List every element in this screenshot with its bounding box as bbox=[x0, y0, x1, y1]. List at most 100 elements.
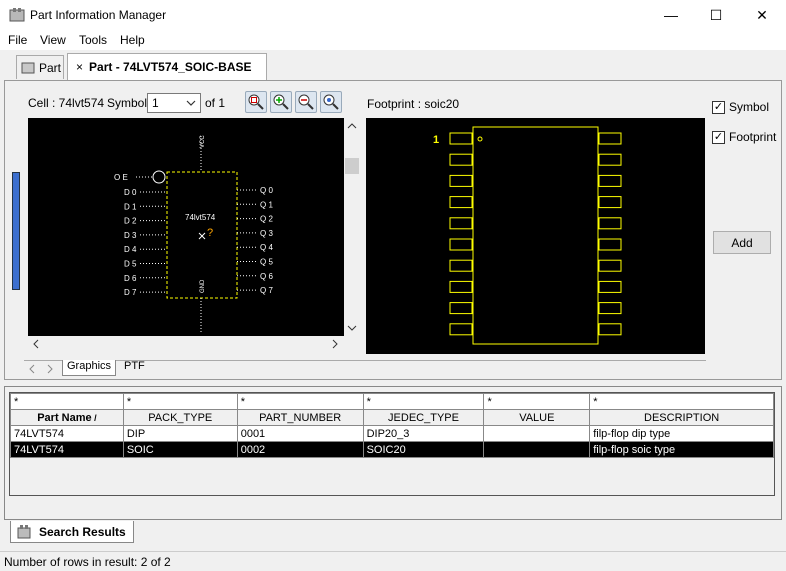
column-header[interactable]: DESCRIPTION bbox=[589, 409, 774, 426]
symbol-select[interactable]: 1 bbox=[147, 93, 201, 113]
tab-part-active[interactable]: × Part - 74LVT574_SOIC-BASE bbox=[67, 53, 267, 80]
tab-graphics[interactable]: Graphics bbox=[62, 360, 117, 376]
column-header[interactable]: Part Name / bbox=[10, 409, 124, 426]
cell-label: Cell : 74lvt574 bbox=[28, 96, 105, 110]
app-icon bbox=[9, 8, 25, 22]
tab-ptf[interactable]: PTF bbox=[120, 360, 149, 376]
zoom-out-icon[interactable] bbox=[295, 91, 317, 113]
footprint-pad bbox=[449, 174, 473, 187]
table-row[interactable]: 74LVT574 SOIC 0002 SOIC20 filp-flop soic typ… bbox=[10, 441, 774, 458]
symbol-input-pin-label: D 3 bbox=[124, 231, 137, 240]
footprint-canvas[interactable]: 1 bbox=[366, 118, 705, 354]
oe-inversion-bubble bbox=[152, 170, 166, 184]
zoom-window-icon[interactable] bbox=[320, 91, 342, 113]
footprint-pad bbox=[598, 302, 622, 315]
footprint-pad bbox=[598, 280, 622, 293]
title-bar: Part Information Manager — ☐ ✕ bbox=[0, 0, 786, 30]
view-tabs: Graphics PTF bbox=[24, 360, 706, 376]
symbol-vertical-scrollbar[interactable] bbox=[344, 118, 360, 336]
symbol-canvas[interactable]: VCC 74lvt574 ? GND O E D 0 D 1 D 2 D 3 D 4 D … bbox=[28, 118, 344, 336]
table-cell[interactable]: SOIC20 bbox=[362, 441, 485, 458]
footprint-pad bbox=[598, 238, 622, 251]
tab-part[interactable]: Part bbox=[16, 55, 64, 79]
symbol-input-pin-label: D 0 bbox=[124, 188, 137, 197]
table-cell[interactable]: filp-flop soic type bbox=[589, 441, 774, 458]
add-button[interactable]: Add bbox=[713, 231, 771, 254]
footprint-pad bbox=[598, 323, 622, 336]
tab-close-icon[interactable]: × bbox=[76, 60, 83, 74]
oe-pin-label: O E bbox=[114, 173, 128, 182]
table-cell[interactable]: 0002 bbox=[236, 441, 364, 458]
symbol-input-pin-label: D 6 bbox=[124, 274, 137, 283]
menu-help[interactable]: Help bbox=[120, 33, 145, 47]
sort-indicator-icon: / bbox=[91, 412, 97, 423]
filter-cell[interactable]: * bbox=[10, 393, 124, 410]
tab-search-results[interactable]: Search Results bbox=[10, 521, 134, 543]
menu-tools[interactable]: Tools bbox=[79, 33, 107, 47]
footprint-pad bbox=[449, 132, 473, 145]
column-header[interactable]: JEDEC_TYPE bbox=[362, 409, 485, 426]
symbol-body bbox=[166, 171, 238, 299]
symbol-label: Symbol bbox=[107, 96, 148, 110]
footprint-pad bbox=[598, 196, 622, 209]
symbol-input-pin-label: D 5 bbox=[124, 260, 137, 269]
table-cell[interactable]: SOIC bbox=[122, 441, 238, 458]
footprint-toggle[interactable]: ✓ Footprint bbox=[712, 130, 776, 144]
table-cell[interactable]: filp-flop dip type bbox=[589, 425, 774, 442]
footprint-label: Footprint : soic20 bbox=[367, 97, 460, 111]
table-cell[interactable]: DIP bbox=[122, 425, 238, 442]
minimize-button[interactable]: — bbox=[648, 0, 694, 30]
footprint-pad bbox=[598, 217, 622, 230]
tab-part-label: Part bbox=[39, 60, 62, 75]
symbol-count-label: of 1 bbox=[205, 96, 226, 110]
table-cell[interactable]: 74LVT574 bbox=[10, 425, 124, 442]
close-button[interactable]: ✕ bbox=[739, 0, 785, 30]
tab-scroll-arrows-icon[interactable] bbox=[28, 364, 56, 374]
footprint-pad bbox=[598, 132, 622, 145]
symbol-input-pin-label: D 7 bbox=[124, 288, 137, 297]
symbol-body-label: 74lvt574 bbox=[185, 213, 216, 222]
filter-cell[interactable]: * bbox=[362, 393, 485, 410]
footprint-pad bbox=[449, 217, 473, 230]
table-cell[interactable] bbox=[483, 441, 591, 458]
filter-cell[interactable]: * bbox=[483, 393, 591, 410]
symbol-output-pin-label: Q 0 bbox=[260, 186, 273, 195]
symbol-output-pin-label: Q 6 bbox=[260, 272, 273, 281]
gnd-pin-label: GND bbox=[200, 279, 206, 293]
filter-cell[interactable]: * bbox=[589, 393, 774, 410]
zoom-in-icon[interactable] bbox=[270, 91, 292, 113]
footprint-checkbox[interactable]: ✓ bbox=[712, 130, 725, 144]
footprint-pad bbox=[449, 238, 473, 251]
table-row[interactable]: 74LVT574 DIP 0001 DIP20_3 filp-flop dip type bbox=[10, 425, 774, 442]
menu-view[interactable]: View bbox=[40, 33, 66, 47]
menu-bar bbox=[0, 30, 786, 50]
maximize-button[interactable]: ☐ bbox=[693, 0, 739, 30]
sidebar-collapse-handle[interactable] bbox=[12, 172, 20, 290]
symbol-toggle[interactable]: ✓ Symbol bbox=[712, 100, 769, 114]
zoom-fit-icon[interactable] bbox=[245, 91, 267, 113]
symbol-output-pin-label: Q 3 bbox=[260, 229, 273, 238]
chevron-down-icon bbox=[186, 100, 196, 106]
column-header[interactable]: VALUE bbox=[483, 409, 591, 426]
footprint-pad bbox=[598, 153, 622, 166]
footprint-pad bbox=[598, 259, 622, 272]
table-cell[interactable]: 74LVT574 bbox=[10, 441, 124, 458]
table-cell[interactable] bbox=[483, 425, 591, 442]
footprint-body bbox=[472, 126, 599, 345]
menu-file[interactable]: File bbox=[8, 33, 27, 47]
results-grid: * * * * * * Part Name / PACK_TYPE PART_NUMBER JE… bbox=[9, 392, 775, 496]
footprint-toggle-label: Footprint bbox=[729, 130, 777, 144]
symbol-checkbox[interactable]: ✓ bbox=[712, 100, 725, 114]
symbol-input-pin-label: D 4 bbox=[124, 245, 137, 254]
table-cell[interactable]: 0001 bbox=[236, 425, 364, 442]
column-header[interactable]: PART_NUMBER bbox=[236, 409, 364, 426]
results-table: * * * * * * Part Name / PACK_TYPE PART_NUMBER JE… bbox=[10, 393, 774, 458]
column-header[interactable]: PACK_TYPE bbox=[122, 409, 238, 426]
footprint-pad bbox=[449, 259, 473, 272]
symbol-horizontal-scrollbar[interactable] bbox=[28, 336, 344, 352]
filter-cell[interactable]: * bbox=[236, 393, 364, 410]
part-icon bbox=[21, 62, 35, 73]
table-cell[interactable]: DIP20_3 bbox=[362, 425, 485, 442]
filter-cell[interactable]: * bbox=[122, 393, 238, 410]
footprint-pad bbox=[449, 280, 473, 293]
